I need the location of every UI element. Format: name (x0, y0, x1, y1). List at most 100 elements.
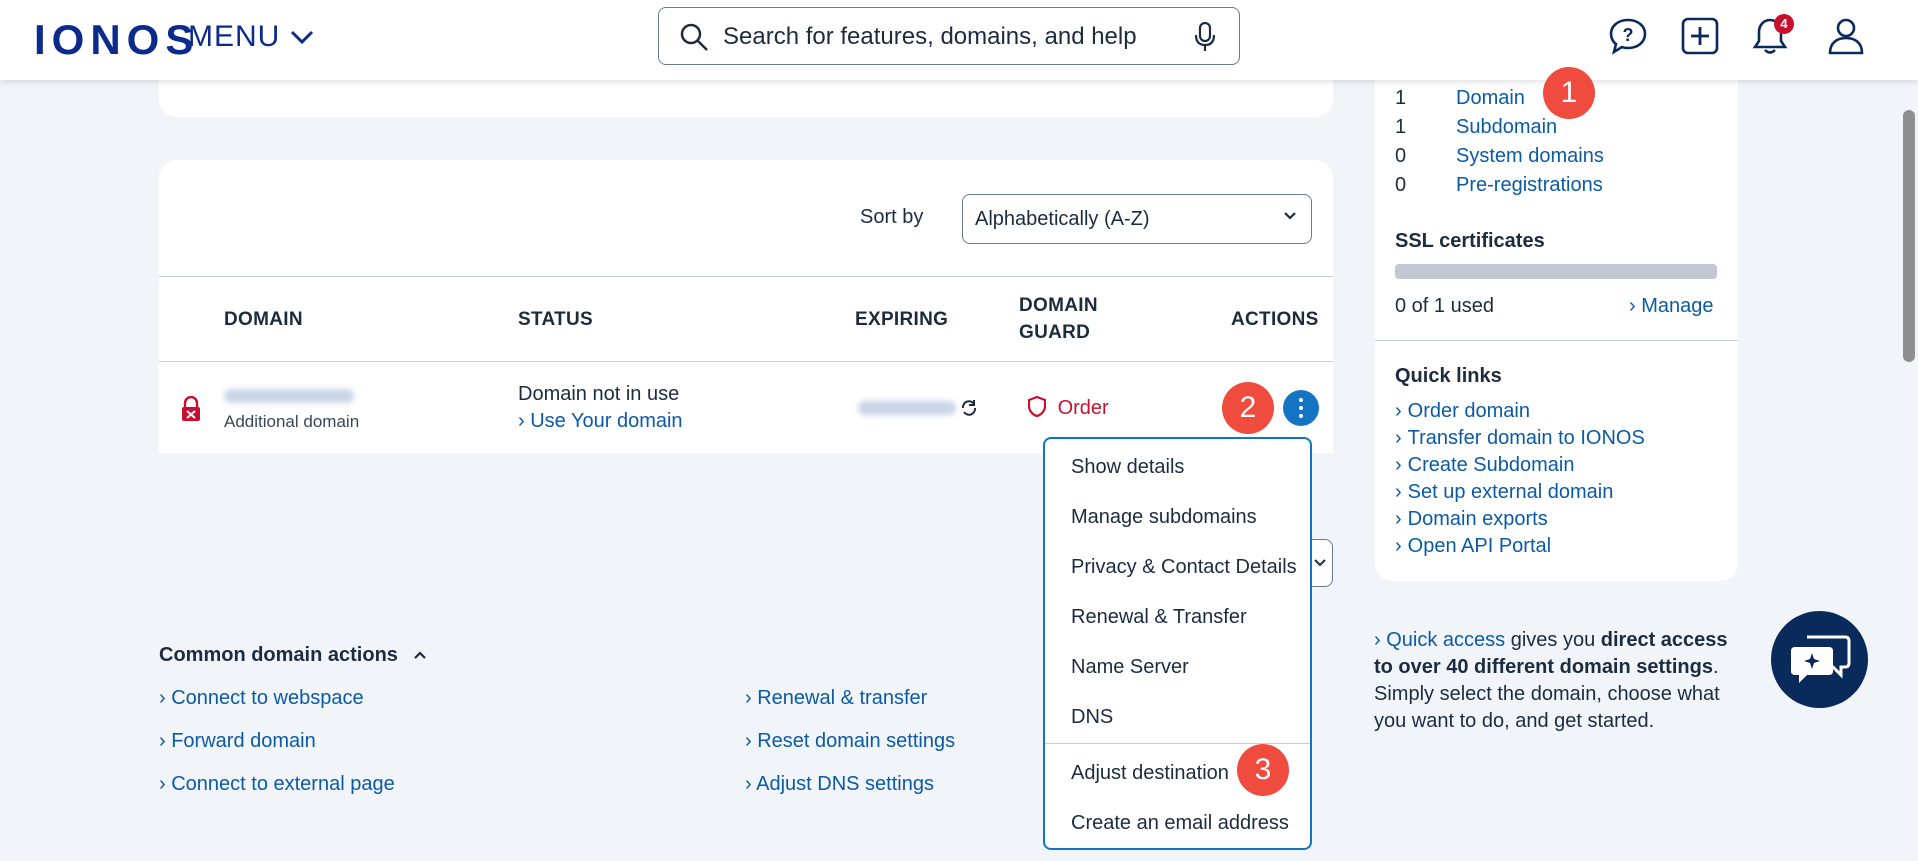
quick-link-label: Domain exports (1407, 508, 1548, 530)
summary-count: 1 (1395, 87, 1407, 109)
menu-item-name-server[interactable]: Name Server (1071, 656, 1189, 679)
col-header-actions: ACTIONS (1231, 309, 1319, 330)
chevron-right-icon: › (159, 687, 172, 709)
help-chat-icon[interactable]: ? (1608, 16, 1648, 56)
page-scrollbar-thumb[interactable] (1903, 110, 1915, 362)
chevron-right-icon: › (518, 410, 525, 432)
step-marker-1: 1 (1543, 67, 1595, 119)
common-actions-toggle[interactable]: Common domain actions (159, 644, 427, 667)
menu-item-adjust-destination[interactable]: Adjust destination (1071, 762, 1229, 785)
common-action-reset-settings[interactable]: › Reset domain settings (745, 730, 955, 753)
quick-link-create-subdomain[interactable]: › Create Subdomain (1395, 454, 1574, 477)
search-input[interactable] (721, 16, 1165, 58)
chevron-down-icon (1284, 212, 1296, 220)
summary-count: 1 (1395, 116, 1407, 138)
auto-renew-icon (961, 400, 977, 416)
quick-link-domain-exports[interactable]: › Domain exports (1395, 508, 1548, 531)
common-action-label: Connect to webspace (171, 687, 364, 709)
common-action-adjust-dns[interactable]: › Adjust DNS settings (745, 773, 934, 796)
common-action-renewal-transfer[interactable]: › Renewal & transfer (745, 687, 927, 710)
common-actions-title: Common domain actions (159, 644, 398, 666)
menu-item-renewal-transfer[interactable]: Renewal & Transfer (1071, 606, 1247, 629)
common-action-label: Renewal & transfer (757, 687, 928, 709)
ssl-manage-link[interactable]: › Manage (1629, 295, 1714, 318)
row-actions-menu-button[interactable] (1283, 390, 1319, 426)
chevron-right-icon: › (1629, 295, 1642, 317)
common-action-connect-webspace[interactable]: › Connect to webspace (159, 687, 364, 710)
domain-guard-order-label: Order (1057, 397, 1109, 419)
quick-link-order-domain[interactable]: › Order domain (1395, 400, 1530, 423)
summary-link-subdomain[interactable]: Subdomain (1456, 116, 1557, 139)
chat-bubbles-icon (1791, 635, 1851, 683)
domain-name-redacted[interactable] (224, 389, 354, 403)
summary-link-system-domains[interactable]: System domains (1456, 145, 1604, 168)
quick-link-label: Open API Portal (1407, 535, 1552, 557)
menu-item-dns[interactable]: DNS (1071, 706, 1113, 729)
common-action-label: Forward domain (171, 730, 316, 752)
svg-text:?: ? (1623, 25, 1634, 45)
quick-link-external-domain[interactable]: › Set up external domain (1395, 481, 1613, 504)
quick-link-label: Order domain (1407, 400, 1530, 422)
menu-item-show-details[interactable]: Show details (1071, 456, 1184, 479)
chevron-up-icon (414, 651, 427, 659)
summary-count: 0 (1395, 145, 1407, 167)
menu-label: MENU (188, 20, 281, 53)
quick-access-link[interactable]: › Quick access (1374, 629, 1505, 651)
summary-link-pre-registrations[interactable]: Pre-registrations (1456, 174, 1603, 197)
domain-type: Additional domain (224, 412, 360, 431)
ssl-title: SSL certificates (1395, 230, 1545, 252)
col-header-domain-guard: DOMAIN GUARD (1019, 292, 1098, 346)
chevron-right-icon: › (745, 687, 758, 709)
col-header-domain: DOMAIN (224, 309, 303, 330)
add-icon[interactable] (1680, 16, 1720, 56)
chevron-down-icon (1314, 559, 1326, 567)
table-header-divider (159, 361, 1333, 362)
col-header-guard-line2: GUARD (1019, 322, 1091, 343)
quick-links-title: Quick links (1395, 365, 1502, 387)
menu-button[interactable]: MENU (188, 20, 314, 54)
summary-link-domain[interactable]: Domain (1456, 87, 1525, 110)
notification-badge: 4 (1774, 14, 1794, 34)
user-icon[interactable] (1826, 16, 1866, 56)
table-divider (159, 276, 1333, 277)
chevron-right-icon: › (159, 730, 172, 752)
menu-item-create-email[interactable]: Create an email address (1071, 812, 1289, 835)
menu-item-privacy-contact[interactable]: Privacy & Contact Details (1071, 556, 1297, 579)
common-action-forward-domain[interactable]: › Forward domain (159, 730, 316, 753)
col-header-status: STATUS (518, 309, 593, 330)
sort-select[interactable]: Alphabetically (A-Z) (962, 194, 1312, 244)
chevron-right-icon: › (1374, 629, 1387, 651)
sort-value: Alphabetically (A-Z) (975, 208, 1150, 230)
use-your-domain-label: Use Your domain (530, 410, 683, 432)
search-box[interactable] (658, 7, 1240, 65)
col-header-guard-line1: DOMAIN (1019, 295, 1098, 316)
search-icon (680, 23, 708, 51)
ssl-unsecured-lock-icon (182, 396, 200, 421)
quick-link-api-portal[interactable]: › Open API Portal (1395, 535, 1551, 558)
common-action-connect-external[interactable]: › Connect to external page (159, 773, 395, 796)
use-your-domain-link[interactable]: › Use Your domain (518, 410, 683, 433)
domain-status: Domain not in use (518, 383, 680, 405)
chevron-down-icon (291, 30, 314, 45)
chevron-right-icon: › (1395, 400, 1402, 422)
chevron-right-icon: › (1395, 427, 1402, 449)
col-header-expiring: EXPIRING (855, 309, 949, 330)
chevron-right-icon: › (159, 773, 172, 795)
summary-divider (1375, 340, 1738, 341)
quick-link-transfer-domain[interactable]: › Transfer domain to IONOS (1395, 427, 1645, 450)
microphone-icon[interactable] (1195, 22, 1215, 52)
chat-assistant-button[interactable] (1771, 611, 1868, 708)
shield-icon (1027, 395, 1047, 418)
common-action-label: Connect to external page (171, 773, 395, 795)
chevron-right-icon: › (1395, 454, 1402, 476)
quick-link-label: Transfer domain to IONOS (1407, 427, 1645, 449)
step-marker-2: 2 (1222, 382, 1274, 434)
menu-item-manage-subdomains[interactable]: Manage subdomains (1071, 506, 1257, 529)
quick-link-label: Set up external domain (1407, 481, 1614, 503)
ssl-usage-bar (1395, 264, 1717, 279)
common-action-label: Adjust DNS settings (756, 773, 934, 795)
step-marker-3: 3 (1237, 744, 1289, 796)
domain-guard-order-link[interactable]: Order (1027, 395, 1109, 420)
sort-label: Sort by (860, 206, 924, 228)
ionos-logo[interactable]: IONOS (34, 16, 199, 64)
